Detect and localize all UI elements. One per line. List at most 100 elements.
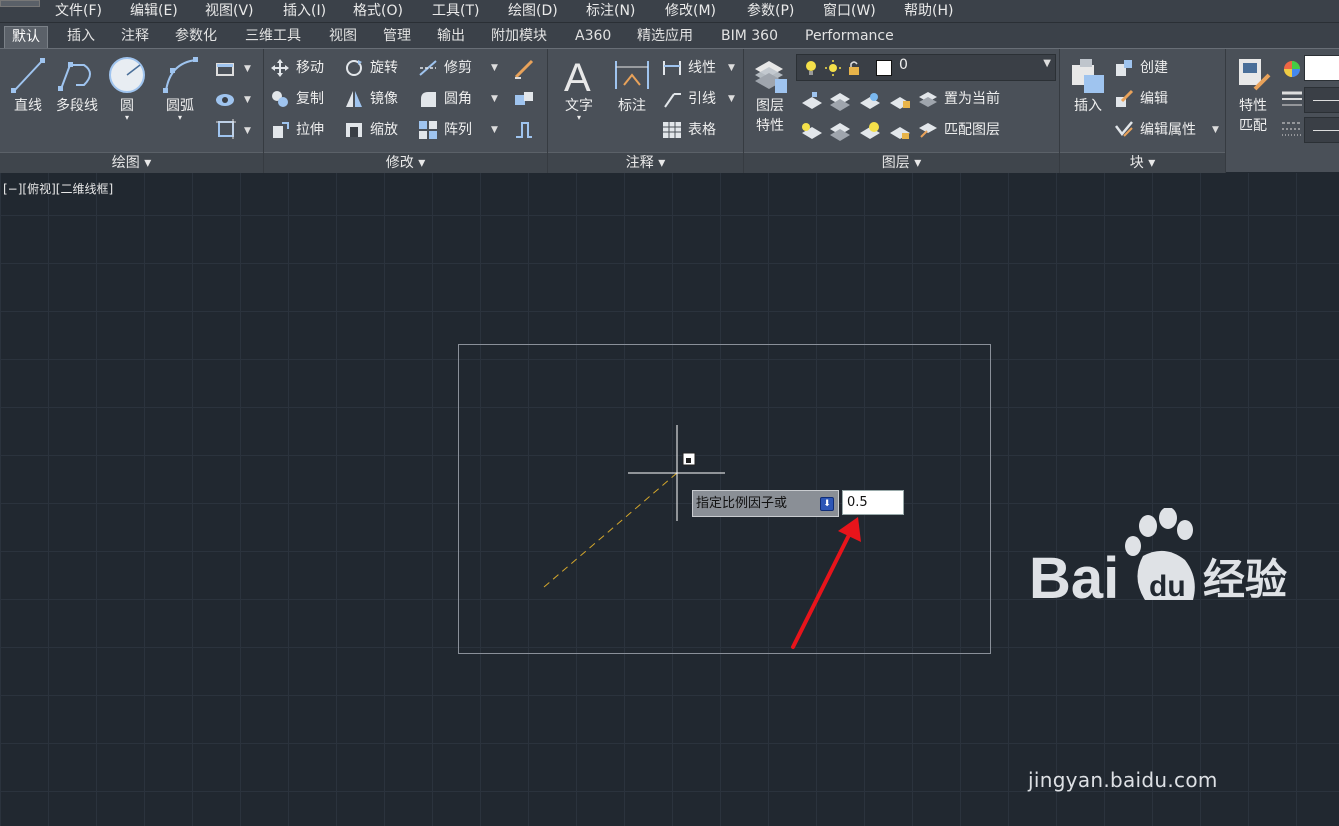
match-layer-button[interactable]: 匹配图层: [918, 117, 1000, 143]
menu-tools[interactable]: 工具(T): [432, 2, 479, 20]
mirror-button[interactable]: 镜像: [344, 86, 398, 112]
mirror-label: 镜像: [370, 91, 398, 107]
menu-format[interactable]: 格式(O): [353, 2, 403, 20]
menu-help[interactable]: 帮助(H): [904, 2, 953, 20]
panel-layers-title[interactable]: 图层 ▾: [744, 152, 1059, 173]
layer-walk-icon[interactable]: [828, 119, 852, 143]
layer-thaw-icon[interactable]: [858, 119, 882, 143]
menu-parametric[interactable]: 参数(P): [747, 2, 794, 20]
copy-button[interactable]: 复制: [270, 86, 324, 112]
menu-insert[interactable]: 插入(I): [283, 2, 326, 20]
lineweight-icon[interactable]: [1280, 87, 1304, 111]
menu-window[interactable]: 窗口(W): [823, 2, 876, 20]
linear-dropdown-icon[interactable]: ▼: [728, 63, 735, 73]
arc-button[interactable]: 圆弧 ▾: [158, 55, 202, 122]
layer-off-icon[interactable]: [800, 89, 824, 113]
tab-home[interactable]: 默认: [4, 26, 48, 48]
menu-file[interactable]: 文件(F): [55, 2, 102, 20]
polyline-button[interactable]: 多段线: [52, 55, 102, 115]
edit-attributes-dropdown-icon[interactable]: ▼: [1212, 125, 1219, 135]
menu-draw[interactable]: 绘图(D): [508, 2, 558, 20]
tab-annotate[interactable]: 注释: [114, 26, 156, 48]
edit-attributes-button[interactable]: 编辑属性: [1114, 117, 1196, 143]
linetype-dropdown[interactable]: [1304, 117, 1339, 143]
drawing-canvas[interactable]: [−][俯视][二维线框] 指定比例因子或 ⬇ 0.5: [0, 173, 1339, 826]
rotate-button[interactable]: 旋转: [344, 55, 398, 81]
tab-addins[interactable]: 附加模块: [484, 26, 554, 48]
layer-on-icon[interactable]: [800, 119, 824, 143]
menu-dimension[interactable]: 标注(N): [586, 2, 635, 20]
fillet-button[interactable]: 圆角: [418, 86, 472, 112]
layer-color-swatch: [876, 60, 892, 76]
menu-view[interactable]: 视图(V): [205, 2, 254, 20]
trim-dropdown-icon[interactable]: ▼: [491, 63, 498, 73]
array-button[interactable]: 阵列: [418, 117, 472, 143]
tab-parametric[interactable]: 参数化: [168, 26, 224, 48]
layer-freeze-icon[interactable]: [858, 89, 882, 113]
array-dropdown-icon[interactable]: ▼: [491, 125, 498, 135]
table-button[interactable]: 表格: [662, 117, 716, 143]
trim-button[interactable]: 修剪: [418, 55, 472, 81]
move-button[interactable]: 移动: [270, 55, 324, 81]
layer-properties-button[interactable]: 图层 特性: [748, 55, 792, 135]
edit-block-button[interactable]: 编辑: [1114, 86, 1168, 112]
panel-block-title[interactable]: 块 ▾: [1060, 152, 1225, 173]
tab-3d-tools[interactable]: 三维工具: [238, 26, 308, 48]
circle-button[interactable]: 圆 ▾: [106, 55, 148, 122]
boundary-icon[interactable]: [214, 117, 238, 141]
menu-edit[interactable]: 编辑(E): [130, 2, 178, 20]
text-button[interactable]: A 文字 ▾: [558, 55, 600, 122]
circle-dropdown-icon[interactable]: ▾: [106, 114, 148, 122]
tab-insert[interactable]: 插入: [60, 26, 102, 48]
scale-button[interactable]: 缩放: [344, 117, 398, 143]
panel-modify-title[interactable]: 修改 ▾: [264, 152, 547, 173]
rectangle-dropdown-icon[interactable]: ▼: [244, 64, 251, 74]
color-dropdown[interactable]: [1304, 55, 1339, 81]
arc-dropdown-icon[interactable]: ▾: [158, 114, 202, 122]
layer-unlock-icon[interactable]: [888, 119, 912, 143]
linear-dim-button[interactable]: 线性: [662, 55, 716, 81]
boundary-dropdown-icon[interactable]: ▼: [244, 126, 251, 136]
copy-icon: [272, 91, 288, 107]
dimension-button[interactable]: 标注: [610, 55, 654, 115]
leader-button[interactable]: 引线: [662, 86, 716, 112]
insert-block-button[interactable]: 插入: [1064, 55, 1112, 115]
tab-bim360[interactable]: BIM 360: [714, 26, 785, 48]
leader-dropdown-icon[interactable]: ▼: [728, 94, 735, 104]
scale-factor-input[interactable]: 0.5: [842, 490, 904, 515]
rectangle-icon[interactable]: [214, 57, 238, 81]
panel-annotation-title[interactable]: 注释 ▾: [548, 152, 743, 173]
panel-draw-title[interactable]: 绘图 ▾: [0, 152, 263, 173]
tab-manage[interactable]: 管理: [376, 26, 418, 48]
tab-view[interactable]: 视图: [322, 26, 364, 48]
hatch-dropdown-icon[interactable]: ▼: [244, 95, 251, 105]
set-current-label: 置为当前: [944, 91, 1000, 107]
create-block-button[interactable]: 创建: [1114, 55, 1168, 81]
match-properties-button[interactable]: 特性 匹配: [1230, 55, 1276, 135]
color-wheel-icon[interactable]: [1280, 57, 1304, 81]
scale-icon: [346, 123, 362, 137]
application-menu-button[interactable]: [0, 0, 40, 7]
prompt-options-down-arrow-icon[interactable]: ⬇: [820, 497, 834, 511]
offset-icon[interactable]: [512, 117, 536, 141]
tab-a360[interactable]: A360: [568, 26, 618, 48]
erase-icon[interactable]: [512, 57, 536, 81]
text-dropdown-icon[interactable]: ▾: [558, 114, 600, 122]
layer-lock-icon[interactable]: [888, 89, 912, 113]
svg-text:经验: 经验: [1203, 555, 1287, 604]
linetype-icon[interactable]: [1280, 117, 1304, 141]
match-properties-icon: [1239, 59, 1271, 91]
tab-performance[interactable]: Performance: [798, 26, 901, 48]
layer-isolate-icon[interactable]: [828, 89, 852, 113]
tab-featured-apps[interactable]: 精选应用: [630, 26, 700, 48]
stretch-button[interactable]: 拉伸: [270, 117, 324, 143]
menu-modify[interactable]: 修改(M): [665, 2, 716, 20]
fillet-dropdown-icon[interactable]: ▼: [491, 94, 498, 104]
hatch-icon[interactable]: [214, 87, 238, 111]
set-current-layer-button[interactable]: 置为当前: [918, 86, 1000, 112]
explode-icon[interactable]: [512, 87, 536, 111]
tab-output[interactable]: 输出: [430, 26, 472, 48]
layer-dropdown[interactable]: 0 ▼: [796, 54, 1056, 81]
lineweight-dropdown[interactable]: [1304, 87, 1339, 113]
line-button[interactable]: 直线: [6, 55, 50, 115]
